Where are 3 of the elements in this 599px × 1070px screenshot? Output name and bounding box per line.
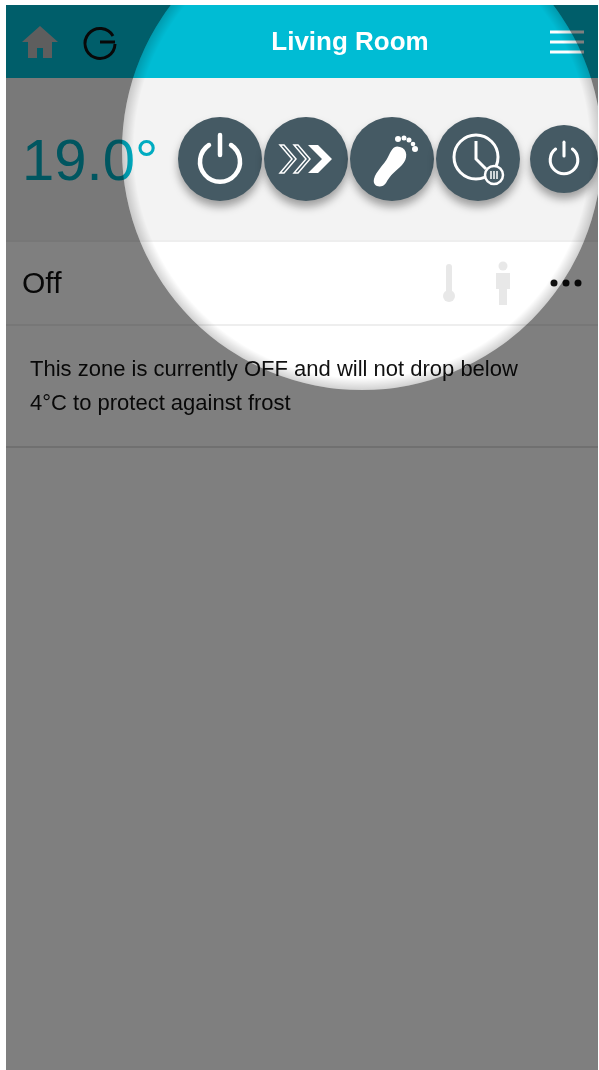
window-title: Living Room <box>270 26 430 57</box>
mode-label: Off <box>22 266 63 300</box>
zone-description: This zone is currently OFF and will not drop below 4°C to protect against frost <box>30 355 519 417</box>
